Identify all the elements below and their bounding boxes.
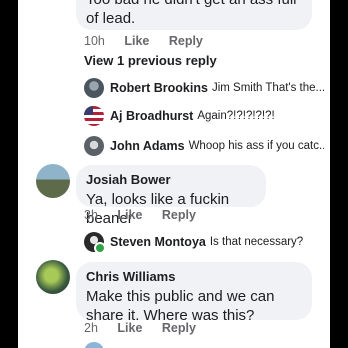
avatar[interactable] — [84, 78, 104, 98]
comment-author[interactable]: Chris Williams — [86, 269, 302, 284]
reply-text: Whoop his ass if you catc... — [188, 140, 324, 152]
reply-author[interactable]: John Adams — [110, 139, 185, 153]
comment-bubble-top: Too bad he didn't get an ass full of lea… — [76, 0, 312, 30]
reply-row[interactable]: John Adams Whoop his ass if you catc... — [84, 134, 324, 158]
comment-text: Too bad he didn't get an ass full of lea… — [86, 0, 297, 27]
reply-author[interactable]: Robert Brookins — [110, 81, 208, 95]
reply-author[interactable]: Steven Montoya — [110, 235, 206, 249]
comment-actions-top: 10h Like Reply — [84, 34, 219, 48]
avatar[interactable] — [36, 164, 70, 198]
reply-row[interactable]: Aj Broadhurst Again?!?!?!?!?! — [84, 104, 324, 128]
view-previous-replies-link[interactable]: View 1 previous reply — [84, 53, 217, 68]
avatar[interactable] — [84, 232, 106, 254]
reply-button[interactable]: Reply — [162, 208, 196, 222]
like-button[interactable]: Like — [124, 34, 149, 48]
comment-actions: 2h Like Reply — [84, 321, 212, 335]
like-button[interactable]: Like — [117, 321, 142, 335]
online-status-indicator — [94, 242, 106, 254]
comment-author[interactable]: Josiah Bower — [86, 172, 256, 187]
avatar[interactable] — [84, 106, 104, 126]
comment-time: 2h — [84, 321, 98, 335]
comments-screen: Too bad he didn't get an ass full of lea… — [18, 0, 330, 348]
avatar[interactable] — [36, 260, 70, 294]
reply-row[interactable]: Steven Montoya Is that necessary? — [84, 230, 324, 254]
avatar[interactable] — [84, 136, 104, 156]
reply-button[interactable]: Reply — [169, 34, 203, 48]
comment-bubble: Chris Williams Make this public and we c… — [76, 262, 312, 324]
like-button[interactable]: Like — [117, 208, 142, 222]
reply-text: Jim Smith That's the... — [211, 82, 324, 94]
comment-text: Make this public and we can share it. Wh… — [86, 288, 275, 324]
comment-time: 3h — [84, 208, 98, 222]
comment-time: 10h — [84, 34, 105, 48]
reply-author[interactable]: Aj Broadhurst — [110, 109, 193, 123]
comment-bubble: Josiah Bower Ya, looks like a fuckin bea… — [76, 165, 266, 227]
reply-text: Again?!?!?!?!?! — [197, 110, 275, 122]
reply-button[interactable]: Reply — [162, 321, 196, 335]
avatar[interactable] — [84, 342, 104, 348]
reply-text: Is that necessary? — [209, 236, 304, 248]
comment-actions: 3h Like Reply — [84, 208, 212, 222]
reply-row[interactable]: Robert Brookins Jim Smith That's the... — [84, 76, 324, 100]
